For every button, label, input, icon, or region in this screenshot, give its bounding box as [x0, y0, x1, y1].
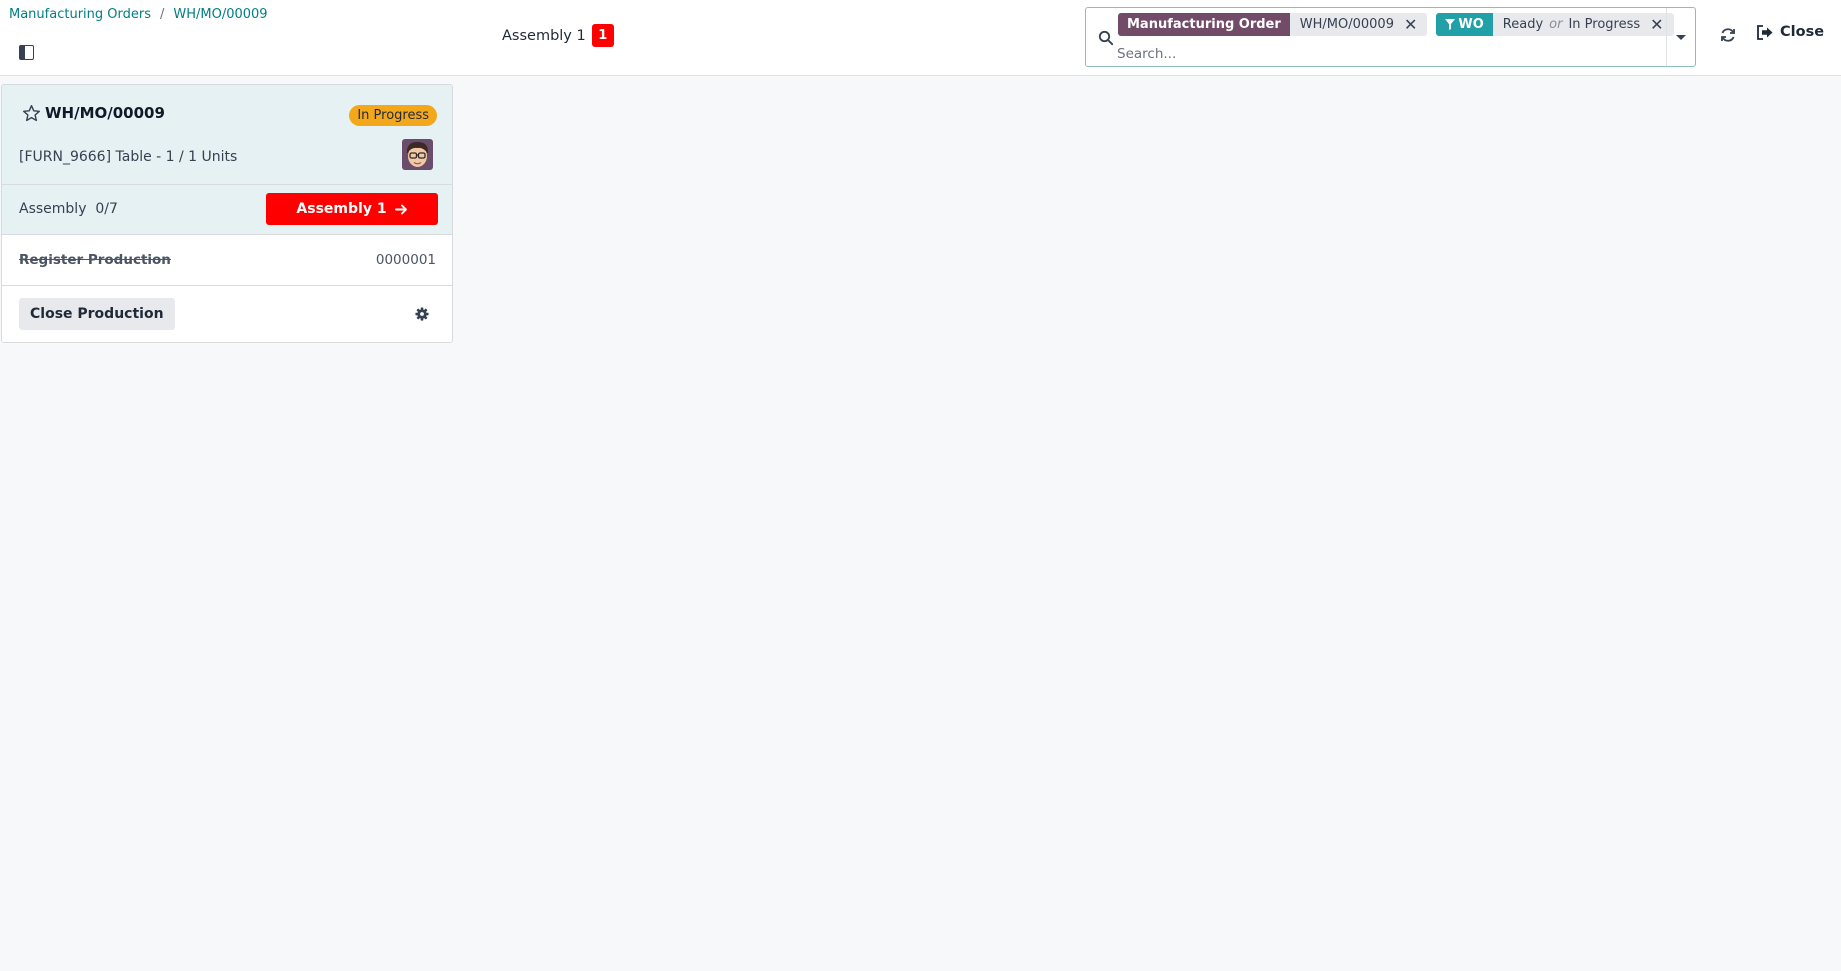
search-panel: Manufacturing Order WH/MO/00009 ✕ WO Rea… — [1085, 7, 1696, 67]
status-badge: In Progress — [349, 105, 437, 126]
caret-down-icon — [1676, 34, 1686, 40]
close-production-button[interactable]: Close Production — [19, 298, 175, 330]
mo-card-header[interactable]: WH/MO/00009 In Progress [FURN_9666] Tabl… — [2, 85, 452, 185]
workorder-button-label: Assembly 1 — [296, 201, 387, 217]
facet-value: WH/MO/00009 ✕ — [1289, 13, 1428, 36]
workorder-progress: 0/7 — [95, 201, 118, 217]
breadcrumb-manufacturing-orders[interactable]: Manufacturing Orders — [9, 7, 151, 22]
breadcrumb: Manufacturing Orders / WH/MO/00009 — [9, 7, 268, 22]
avatar — [402, 139, 433, 170]
gear-icon[interactable] — [415, 307, 429, 321]
facet-value: Ready or In Progress ✕ — [1492, 13, 1674, 36]
mo-name: WH/MO/00009 — [45, 104, 165, 122]
mo-card: WH/MO/00009 In Progress [FURN_9666] Tabl… — [1, 84, 453, 343]
search-icon — [1098, 30, 1114, 46]
breadcrumb-current[interactable]: WH/MO/00009 — [173, 7, 267, 22]
star-icon[interactable] — [22, 104, 41, 123]
facet-value-b: In Progress — [1568, 17, 1641, 32]
register-production-row: Register Production 0000001 — [2, 235, 452, 286]
close-icon[interactable]: ✕ — [1404, 16, 1417, 33]
search-input[interactable] — [1117, 46, 1637, 62]
breadcrumb-separator: / — [159, 7, 165, 22]
facet-name-text: WO — [1458, 17, 1484, 32]
card-footer: Close Production — [2, 286, 452, 342]
sign-out-icon — [1757, 24, 1773, 40]
control-panel: Manufacturing Orders / WH/MO/00009 Assem… — [0, 0, 1841, 76]
workorder-label: Assembly 0/7 — [19, 201, 118, 217]
facet-value-a: Ready — [1502, 17, 1544, 32]
facet-connector: or — [1549, 17, 1563, 32]
facet-manufacturing-order: Manufacturing Order WH/MO/00009 ✕ — [1118, 13, 1428, 36]
close-button-label: Close — [1780, 24, 1825, 40]
close-button[interactable]: Close — [1756, 24, 1824, 40]
close-icon[interactable]: ✕ — [1650, 16, 1663, 33]
register-production-label[interactable]: Register Production — [19, 252, 171, 268]
workorder-name: Assembly — [19, 201, 87, 217]
facet-name: Manufacturing Order — [1118, 13, 1290, 36]
search-facets: Manufacturing Order WH/MO/00009 ✕ WO Rea… — [1118, 13, 1674, 36]
facet-wo-filter: WO Ready or In Progress ✕ — [1436, 13, 1674, 36]
workorder-row: Assembly 0/7 Assembly 1 — [2, 185, 452, 235]
search-options-toggle[interactable] — [1666, 8, 1695, 66]
facet-name: WO — [1436, 13, 1493, 36]
workcenter-tab-label: Assembly 1 — [502, 27, 586, 44]
workcenter-tab-count-badge: 1 — [591, 24, 614, 47]
refresh-icon[interactable] — [1719, 26, 1737, 44]
sidebar-toggle-icon[interactable] — [19, 45, 34, 60]
workorder-button[interactable]: Assembly 1 — [266, 193, 438, 225]
arrow-right-icon — [394, 204, 407, 214]
workcenter-tab-assembly-1[interactable]: Assembly 1 1 — [502, 24, 614, 47]
register-production-value: 0000001 — [375, 252, 436, 268]
product-line: [FURN_9666] Table - 1 / 1 Units — [19, 149, 238, 165]
filter-icon — [1445, 19, 1456, 30]
facet-value-text: WH/MO/00009 — [1299, 17, 1394, 32]
